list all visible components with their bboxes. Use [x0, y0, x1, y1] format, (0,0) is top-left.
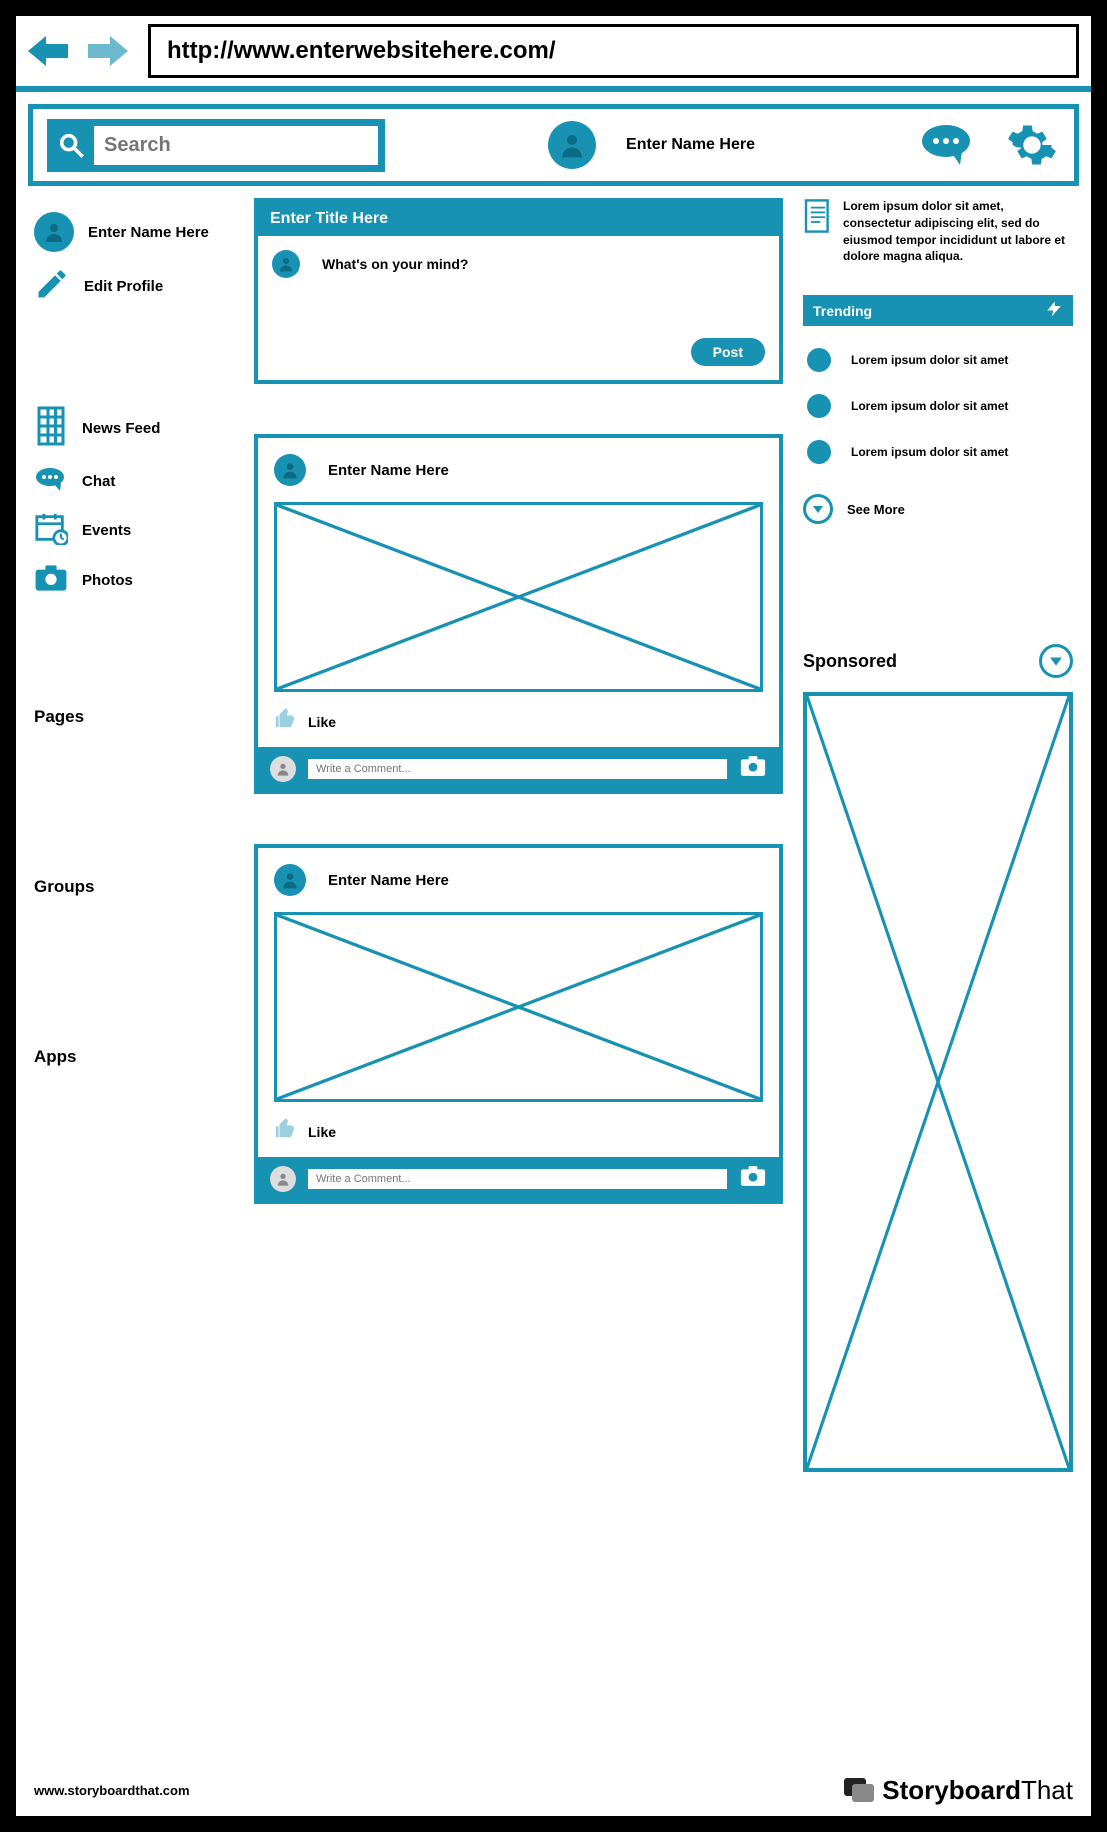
feed-post: Enter Name Here Like [254, 844, 783, 1204]
image-placeholder [274, 912, 763, 1102]
see-more-label: See More [847, 502, 905, 517]
composer-title: Enter Title Here [258, 202, 779, 236]
search-input[interactable] [91, 123, 381, 168]
app-header: Enter Name Here [28, 104, 1079, 186]
comment-bar [258, 747, 779, 790]
avatar-icon [270, 756, 296, 782]
url-field[interactable]: http://www.enterwebsitehere.com/ [148, 24, 1079, 78]
trending-item[interactable]: Lorem ipsum dolor sit amet [807, 394, 1069, 418]
thumbs-up-icon [274, 708, 296, 735]
avatar-icon [274, 454, 306, 486]
sponsored-label: Sponsored [803, 651, 897, 672]
post-author[interactable]: Enter Name Here [328, 462, 449, 479]
comment-bar [258, 1157, 779, 1200]
calendar-icon [34, 511, 68, 550]
brand-logo: StoryboardThat [842, 1775, 1073, 1806]
trending-item-label: Lorem ipsum dolor sit amet [851, 353, 1008, 367]
avatar-icon[interactable] [548, 121, 596, 169]
globe-icon [807, 348, 831, 372]
sponsored-header: Sponsored [803, 644, 1073, 678]
comment-input[interactable] [308, 1169, 727, 1189]
sidebar-edit-profile[interactable]: Edit Profile [34, 266, 234, 307]
see-more-button[interactable]: See More [803, 494, 1073, 524]
feed-column: Enter Title Here What's on your mind? Po… [254, 198, 783, 1472]
camera-icon [34, 564, 68, 597]
pencil-icon [34, 266, 70, 307]
trending-item-label: Lorem ipsum dolor sit amet [851, 399, 1008, 413]
avatar-icon [34, 212, 74, 252]
composer-prompt[interactable]: What's on your mind? [322, 256, 468, 272]
post-button[interactable]: Post [691, 338, 765, 366]
thumbs-up-icon [274, 1118, 296, 1145]
groups-heading[interactable]: Groups [34, 877, 234, 897]
left-sidebar: Enter Name Here Edit Profile News Feed [34, 198, 234, 1472]
feed-post: Enter Name Here Like [254, 434, 783, 794]
globe-icon [807, 394, 831, 418]
pages-heading[interactable]: Pages [34, 707, 234, 727]
lightning-icon [1045, 300, 1063, 321]
sidebar-photos[interactable]: Photos [34, 564, 234, 597]
chevron-down-icon [803, 494, 833, 524]
composer-card: Enter Title Here What's on your mind? Po… [254, 198, 783, 384]
camera-icon[interactable] [739, 755, 767, 782]
image-placeholder [274, 502, 763, 692]
trending-item-label: Lorem ipsum dolor sit amet [851, 445, 1008, 459]
chat-label: Chat [82, 473, 115, 490]
trending-header: Trending [803, 295, 1073, 326]
info-note-text: Lorem ipsum dolor sit amet, consectetur … [843, 198, 1073, 265]
right-sidebar: Lorem ipsum dolor sit amet, consectetur … [803, 198, 1073, 1472]
like-label: Like [308, 1124, 336, 1140]
header-user-name: Enter Name Here [626, 136, 755, 154]
chevron-down-icon[interactable] [1039, 644, 1073, 678]
trending-item[interactable]: Lorem ipsum dolor sit amet [807, 440, 1069, 464]
like-button[interactable]: Like [258, 1112, 779, 1157]
chat-icon [34, 466, 68, 497]
edit-profile-label: Edit Profile [84, 278, 163, 295]
document-icon [803, 198, 833, 265]
apps-heading[interactable]: Apps [34, 1047, 234, 1067]
trending-item[interactable]: Lorem ipsum dolor sit amet [807, 348, 1069, 372]
gear-icon[interactable] [1004, 117, 1060, 173]
sponsored-placeholder [803, 692, 1073, 1472]
search-box [47, 119, 385, 172]
post-author[interactable]: Enter Name Here [328, 872, 449, 889]
sidebar-news-feed[interactable]: News Feed [34, 405, 234, 452]
sidebar-profile[interactable]: Enter Name Here [34, 212, 234, 252]
sidebar-events[interactable]: Events [34, 511, 234, 550]
photos-label: Photos [82, 572, 133, 589]
avatar-icon [272, 250, 300, 278]
forward-arrow-icon[interactable] [88, 34, 128, 68]
news-feed-label: News Feed [82, 420, 160, 437]
camera-icon[interactable] [739, 1165, 767, 1192]
avatar-icon [274, 864, 306, 896]
globe-icon [807, 440, 831, 464]
sidebar-chat[interactable]: Chat [34, 466, 234, 497]
back-arrow-icon[interactable] [28, 34, 68, 68]
info-note: Lorem ipsum dolor sit amet, consectetur … [803, 198, 1073, 265]
search-icon[interactable] [51, 125, 91, 165]
comment-input[interactable] [308, 759, 727, 779]
avatar-icon [270, 1166, 296, 1192]
footer: www.storyboardthat.com StoryboardThat [34, 1775, 1073, 1806]
sidebar-profile-name: Enter Name Here [88, 224, 209, 241]
events-label: Events [82, 522, 131, 539]
chat-bubble-icon[interactable] [918, 117, 974, 173]
like-label: Like [308, 714, 336, 730]
browser-url-bar: http://www.enterwebsitehere.com/ [16, 16, 1091, 92]
trending-label: Trending [813, 303, 872, 319]
like-button[interactable]: Like [258, 702, 779, 747]
footer-url: www.storyboardthat.com [34, 1783, 190, 1798]
building-icon [34, 405, 68, 452]
